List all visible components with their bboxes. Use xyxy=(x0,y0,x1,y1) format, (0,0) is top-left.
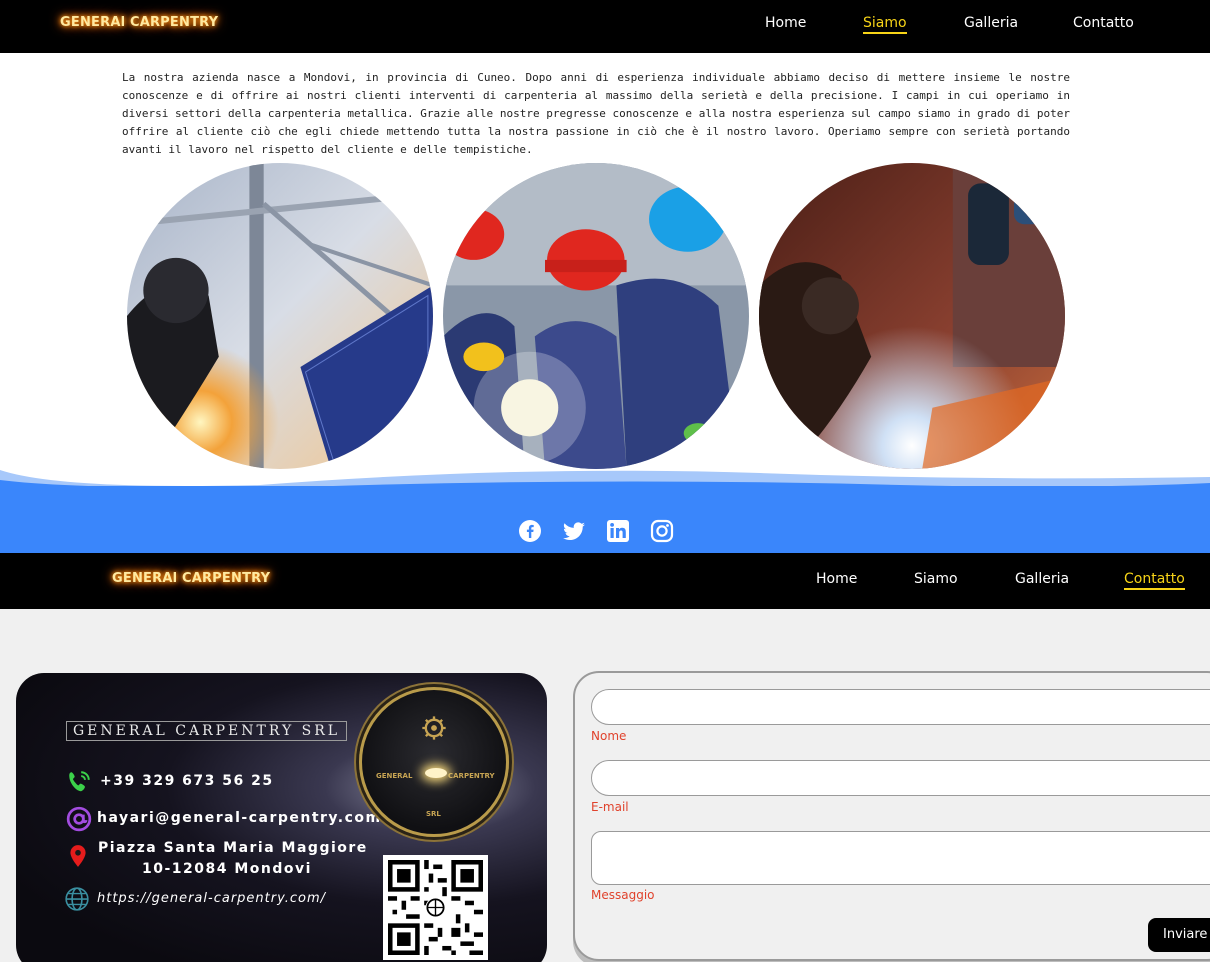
about-text: La nostra azienda nasce a Mondovi, in pr… xyxy=(122,71,1070,156)
email-address[interactable]: hayari@general-carpentry.com xyxy=(97,810,382,826)
nav-contatto[interactable]: Contatto xyxy=(1073,15,1134,31)
name-label: Nome xyxy=(591,729,627,743)
logo[interactable]: GENERAl CARPENTRY xyxy=(112,571,270,586)
submit-button[interactable]: Inviare xyxy=(1148,918,1210,952)
company-name: GENERAL CARPENTRY SRL xyxy=(66,721,348,741)
welder-solar-panel-image xyxy=(127,163,433,469)
website-link[interactable]: https://general-carpentry.com/ xyxy=(97,891,326,906)
nav-siamo[interactable]: Siamo xyxy=(863,15,907,34)
phone-icon xyxy=(69,771,90,792)
nav-galleria[interactable]: Galleria xyxy=(1015,571,1069,587)
message-textarea[interactable] xyxy=(591,831,1210,885)
nav-home[interactable]: Home xyxy=(765,15,806,31)
seal-right-text: CARPENTRY xyxy=(448,772,495,780)
contact-form: Nome E-mail Messaggio xyxy=(573,671,1210,961)
wave-divider xyxy=(0,470,1210,490)
nav-galleria[interactable]: Galleria xyxy=(964,15,1018,31)
nav-contatto[interactable]: Contatto xyxy=(1124,571,1185,590)
globe-icon xyxy=(65,887,89,911)
linkedin-icon[interactable] xyxy=(606,519,630,543)
phone-number[interactable]: +39 329 673 56 25 xyxy=(100,773,274,789)
address-line-1: Piazza Santa Maria Maggiore xyxy=(98,840,368,856)
facebook-icon[interactable] xyxy=(518,519,542,543)
message-label: Messaggio xyxy=(591,888,655,902)
seal-left-text: GENERAL xyxy=(376,772,413,780)
cogwheel-icon xyxy=(422,716,446,740)
workers-helmets-image xyxy=(443,163,749,469)
seal-bottom-text: SRL xyxy=(426,810,441,818)
qr-code[interactable] xyxy=(383,855,488,960)
location-pin-icon xyxy=(70,845,86,867)
business-card: GENERAL CARPENTRY SRL +39 329 673 56 25 … xyxy=(16,673,547,962)
company-seal: GENERAL CARPENTRY SRL xyxy=(359,687,509,837)
social-band xyxy=(0,486,1210,553)
contact-navbar: GENERAl CARPENTRY Home Siamo Galleria Co… xyxy=(0,553,1210,609)
email-label: E-mail xyxy=(591,800,629,814)
email-input[interactable] xyxy=(591,760,1210,796)
seal-glow xyxy=(425,768,447,778)
top-navbar: GENERAl CARPENTRY Home Siamo Galleria Co… xyxy=(0,0,1210,53)
address-line-2: 10-12084 Mondovi xyxy=(142,861,312,877)
welding-sparks-image xyxy=(759,163,1065,469)
nav-siamo[interactable]: Siamo xyxy=(914,571,958,587)
about-section: La nostra azienda nasce a Mondovi, in pr… xyxy=(0,53,1210,486)
instagram-icon[interactable] xyxy=(650,519,674,543)
logo[interactable]: GENERAl CARPENTRY xyxy=(60,15,218,30)
name-input[interactable] xyxy=(591,689,1210,725)
twitter-icon[interactable] xyxy=(562,519,586,543)
nav-home[interactable]: Home xyxy=(816,571,857,587)
at-sign-icon xyxy=(66,806,92,832)
